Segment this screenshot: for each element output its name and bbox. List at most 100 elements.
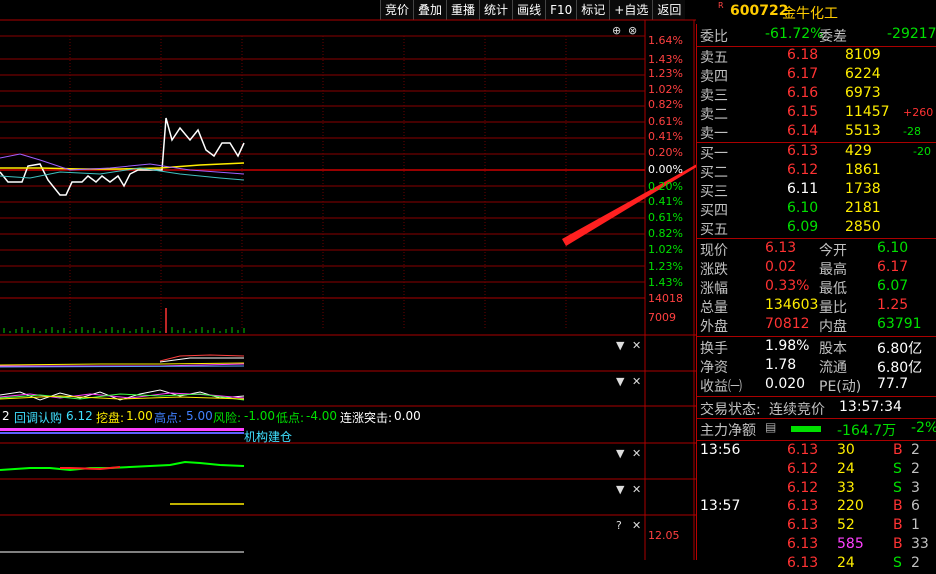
indicator-label: 低点:: [276, 411, 305, 425]
tick-volume: 585: [837, 536, 864, 552]
main-flow-value: -164.7万: [837, 423, 897, 439]
quote-row: 总量 134603 量比 1.25: [697, 297, 936, 316]
bid-price: 6.10: [787, 200, 819, 216]
bid-price: 6.12: [787, 162, 819, 178]
panel-close-icon[interactable]: ✕: [632, 483, 641, 496]
quote-value: 1.25: [877, 297, 909, 313]
tick-volume: 24: [837, 555, 855, 571]
list-icon[interactable]: ▤: [765, 420, 776, 434]
quote-label: 涨跌: [700, 262, 728, 278]
quote-value: 70812: [765, 316, 810, 332]
tick-row: 6.13 52 B 1: [697, 517, 936, 536]
panel-help-icon[interactable]: ?: [616, 519, 622, 532]
panel-dropdown-icon[interactable]: ▼: [616, 447, 624, 460]
bid-change: -20: [913, 145, 931, 158]
ask-row[interactable]: 卖四 6.17 6224: [697, 66, 936, 85]
bid-label: 买三: [700, 184, 728, 200]
tick-price: 6.13: [787, 536, 819, 552]
intraday-chart[interactable]: [0, 0, 696, 560]
quote-row: 涨幅 0.33% 最低 6.07: [697, 278, 936, 297]
ask-change: -28: [903, 125, 921, 138]
ask-row[interactable]: 卖五 6.18 8109: [697, 47, 936, 66]
tick-row: 6.13 585 B 33: [697, 536, 936, 555]
quote-label: 内盘: [819, 319, 847, 335]
bid-label: 买四: [700, 203, 728, 219]
panel-dropdown-icon[interactable]: ▼: [616, 339, 624, 352]
tick-price: 6.13: [787, 555, 819, 571]
tick-row: 13:56 6.13 30 B 2: [697, 442, 936, 461]
bid-label: 买二: [700, 165, 728, 181]
tick-time: 13:57: [700, 498, 741, 514]
ask-price: 6.18: [787, 47, 819, 63]
quote-row: 现价 6.13 今开 6.10: [697, 240, 936, 259]
indicator-name-value: 6.12: [66, 409, 93, 423]
quote-row: 涨跌 0.02 最高 6.17: [697, 259, 936, 278]
indicator-value: -4.00: [306, 409, 338, 423]
ask-row[interactable]: 卖三 6.16 6973: [697, 85, 936, 104]
ask-label: 卖二: [700, 107, 728, 123]
price-axis-label: 1.02%: [648, 83, 683, 96]
panel-close-icon[interactable]: ✕: [632, 375, 641, 388]
tick-count: 3: [911, 480, 920, 496]
bid-row[interactable]: 买三 6.11 1738: [697, 181, 936, 200]
quote-value: 6.13: [765, 240, 797, 256]
volume-axis-top: 14018: [648, 292, 683, 305]
price-axis-label: 1.23%: [648, 67, 683, 80]
price-axis-label: 1.43%: [648, 53, 683, 66]
trade-status-label: 交易状态:: [700, 402, 761, 418]
bid-volume: 429: [845, 143, 872, 159]
price-axis-label: 1.43%: [648, 276, 683, 289]
weibi-value: -61.72%: [765, 26, 824, 42]
quote-label: 今开: [819, 243, 847, 259]
quote-value: 63791: [877, 316, 922, 332]
tick-price: 6.12: [787, 480, 819, 496]
ask-label: 卖三: [700, 88, 728, 104]
tick-volume: 220: [837, 498, 864, 514]
ask-row[interactable]: 卖一 6.14 5513 -28: [697, 123, 936, 142]
bid-row[interactable]: 买四 6.10 2181: [697, 200, 936, 219]
indicator-tag: 机构建仓: [244, 430, 293, 444]
price-axis-label: 0.61%: [648, 211, 683, 224]
tick-volume: 52: [837, 517, 855, 533]
tick-time: 13:56: [700, 442, 741, 458]
panel-close-icon[interactable]: ✕: [632, 339, 641, 352]
bid-price: 6.11: [787, 181, 819, 197]
ask-change: +260: [903, 106, 934, 119]
panel-dropdown-icon[interactable]: ▼: [616, 483, 624, 496]
bottom-axis-label: 12.05: [648, 529, 680, 542]
stats-value: 77.7: [877, 376, 909, 392]
price-axis-label: 0.20%: [648, 180, 683, 193]
close-icon[interactable]: ⊗: [628, 24, 637, 37]
ask-row[interactable]: 卖二 6.15 11457 +260: [697, 104, 936, 123]
panel-close-icon[interactable]: ✕: [632, 519, 641, 532]
tick-volume: 33: [837, 480, 855, 496]
tick-count: 2: [911, 555, 920, 571]
indicator-value: 1.00: [126, 409, 153, 423]
tick-side: B: [893, 498, 903, 514]
main-flow-label: 主力净额: [700, 423, 756, 439]
quote-label: 最高: [819, 262, 847, 278]
stats-value: 6.80亿: [877, 360, 923, 376]
quote-label: 总量: [700, 300, 728, 316]
add-icon[interactable]: ⊕: [612, 24, 621, 37]
tick-side: B: [893, 536, 903, 552]
ask-price: 6.14: [787, 123, 819, 139]
bid-row[interactable]: 买五 6.09 2850: [697, 219, 936, 238]
price-axis-label: 0.41%: [648, 130, 683, 143]
price-axis-label: 0.82%: [648, 227, 683, 240]
tick-price: 6.13: [787, 442, 819, 458]
weicha-value: -29217: [887, 26, 936, 42]
price-axis-label: 1.02%: [648, 243, 683, 256]
stock-name: 金牛化工: [782, 6, 838, 22]
bid-row[interactable]: 买二 6.12 1861: [697, 162, 936, 181]
panel-close-icon[interactable]: ✕: [632, 447, 641, 460]
tick-count: 1: [911, 517, 920, 533]
ask-price: 6.17: [787, 66, 819, 82]
ask-label: 卖四: [700, 69, 728, 85]
volume-axis-mid: 7009: [648, 311, 676, 324]
ask-volume: 5513: [845, 123, 881, 139]
tick-count: 2: [911, 442, 920, 458]
bid-row[interactable]: 买一 6.13 429 -20: [697, 143, 936, 162]
panel-dropdown-icon[interactable]: ▼: [616, 375, 624, 388]
stats-value: 1.98%: [765, 338, 810, 354]
